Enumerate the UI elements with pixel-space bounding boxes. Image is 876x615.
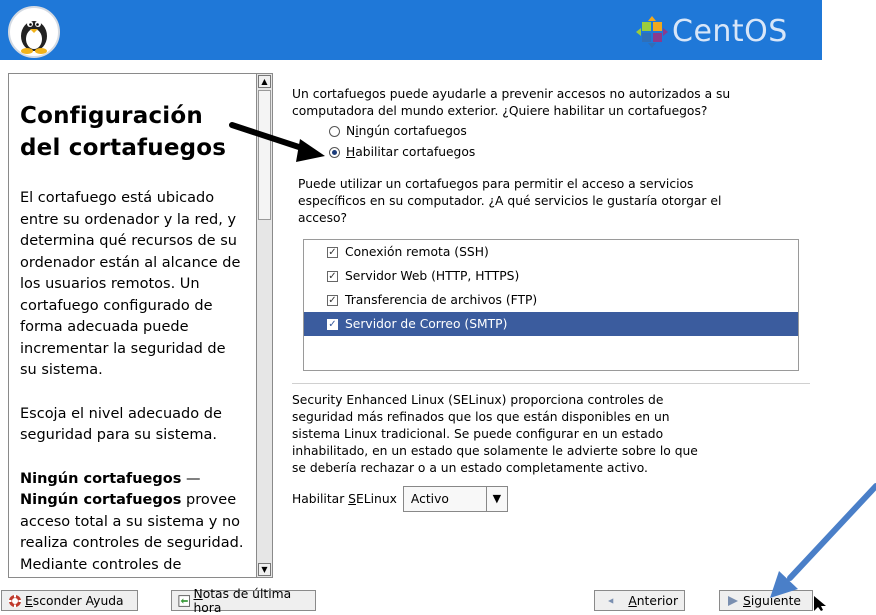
button-label: Siguiente xyxy=(743,593,801,608)
service-label: Servidor Web (HTTP, HTTPS) xyxy=(345,269,520,283)
release-notes-button[interactable]: Notas de última hora xyxy=(171,587,316,615)
centos-logo-icon xyxy=(636,15,668,48)
button-label: Esconder Ayuda xyxy=(25,593,124,608)
checkbox-checked-icon[interactable]: ✓ xyxy=(327,318,338,330)
selinux-value: Activo xyxy=(410,492,449,506)
service-item-http[interactable]: ✓ Servidor Web (HTTP, HTTPS) xyxy=(304,264,798,288)
arrow-right-icon xyxy=(728,595,738,606)
service-label: Conexión remota (SSH) xyxy=(345,245,489,259)
selinux-description: Security Enhanced Linux (SELinux) propor… xyxy=(292,393,698,475)
radio-enable-firewall[interactable]: Habilitar cortafuegos xyxy=(329,145,475,159)
selinux-row: Habilitar SELinux Activo ▼ xyxy=(292,486,508,512)
help-panel: Configuración del cortafuegos El cortafu… xyxy=(8,73,256,578)
header-banner: CentOS xyxy=(0,0,822,60)
radio-no-firewall[interactable]: Ningún cortafuegos xyxy=(329,124,467,138)
help-title: Configuración del cortafuegos xyxy=(20,103,227,161)
services-description: Puede utilizar un cortafuegos para permi… xyxy=(298,177,722,225)
section-divider xyxy=(292,383,810,384)
firewall-question: Un cortafuegos puede ayudarle a prevenir… xyxy=(292,87,731,118)
service-label: Transferencia de archivos (FTP) xyxy=(345,293,538,307)
service-item-ssh[interactable]: ✓ Conexión remota (SSH) xyxy=(304,240,798,264)
radio-label: Ningún cortafuegos xyxy=(346,124,467,138)
lifebuoy-icon xyxy=(8,594,22,607)
checkbox-checked-icon[interactable]: ✓ xyxy=(327,270,338,282)
chevron-down-icon[interactable]: ▼ xyxy=(485,487,507,511)
notes-icon xyxy=(178,594,191,607)
help-strong: Ningún cortafuegos xyxy=(20,470,182,487)
help-paragraph: Ningún cortafuegos — Ningún cortafuegos … xyxy=(20,469,246,578)
checkbox-checked-icon[interactable]: ✓ xyxy=(327,246,338,258)
help-strong: Ningún cortafuegos xyxy=(20,492,182,508)
selinux-label: Habilitar SELinux xyxy=(292,491,397,506)
tux-logo-icon xyxy=(8,6,60,58)
help-paragraph: El cortafuego está ubicado entre su orde… xyxy=(20,190,241,378)
hide-help-button[interactable]: Esconder Ayuda xyxy=(1,590,138,611)
help-paragraph: Escoja el nivel adecuado de seguridad pa… xyxy=(20,405,222,444)
arrow-left-icon xyxy=(608,597,614,604)
service-item-ftp[interactable]: ✓ Transferencia de archivos (FTP) xyxy=(304,288,798,312)
radio-label: Habilitar cortafuegos xyxy=(346,145,476,159)
checkbox-checked-icon[interactable]: ✓ xyxy=(327,294,338,306)
brand-name: CentOS xyxy=(672,14,788,49)
annotation-arrow-blue-icon xyxy=(770,483,876,598)
services-list[interactable]: ✓ Conexión remota (SSH) ✓ Servidor Web (… xyxy=(303,239,799,371)
help-scrollbar[interactable]: ▲ ▼ xyxy=(256,73,273,578)
scrollbar-thumb[interactable] xyxy=(258,90,271,220)
mouse-cursor-icon xyxy=(814,596,826,611)
service-item-smtp[interactable]: ✓ Servidor de Correo (SMTP) xyxy=(304,312,798,336)
scroll-down-icon[interactable]: ▼ xyxy=(258,563,271,576)
button-label: Anterior xyxy=(628,593,678,608)
radio-selected-icon[interactable] xyxy=(329,146,340,158)
scroll-up-icon[interactable]: ▲ xyxy=(258,75,271,88)
centos-brand: CentOS xyxy=(636,14,788,49)
selinux-select[interactable]: Activo ▼ xyxy=(402,486,508,512)
button-label: Notas de última hora xyxy=(193,586,292,615)
service-label: Servidor de Correo (SMTP) xyxy=(345,317,508,331)
back-button[interactable]: Anterior xyxy=(594,590,685,611)
next-button[interactable]: Siguiente xyxy=(719,590,813,611)
help-dash: — xyxy=(181,470,201,487)
radio-icon[interactable] xyxy=(329,125,340,137)
